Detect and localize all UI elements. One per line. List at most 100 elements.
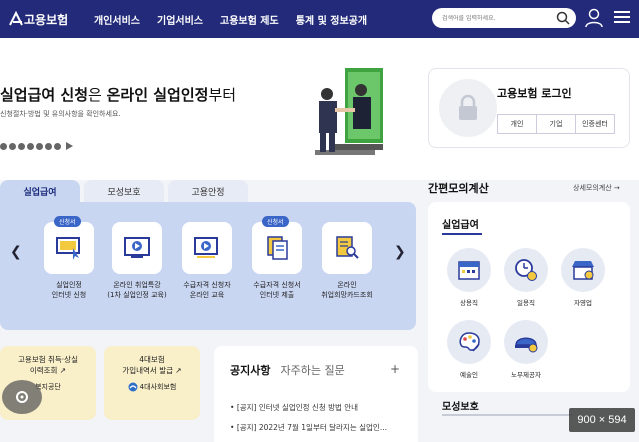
service-panel: ❮ ❯ 신청서 실업인정 인터넷 신청 온라인 취업특강 (1차 실업인정 교육…	[0, 202, 416, 330]
play-screen-icon	[194, 237, 218, 258]
4insurance-logo-icon	[128, 382, 138, 392]
service-label-line1: 실업인정	[56, 281, 82, 289]
calc-item-self-employed[interactable]: 자영업	[558, 248, 608, 307]
detailed-calculator-link[interactable]: 상세모의계산 →	[573, 183, 620, 193]
search-input[interactable]	[442, 14, 552, 22]
login-personal-button[interactable]: 개인	[497, 114, 537, 134]
info-card-line2-wrap: 이력조회 ↗	[0, 365, 96, 376]
play-icon[interactable]	[66, 142, 73, 150]
tab-unemployment[interactable]: 실업급여	[0, 180, 80, 202]
camera-lens-icon	[16, 391, 28, 403]
calc-item-daily[interactable]: 일용직	[501, 248, 551, 307]
hero-subtitle: 신청절차·방법 및 유의사항을 확인하세요.	[0, 110, 121, 118]
hamburger-menu-icon[interactable]	[614, 10, 630, 24]
service-label-line1: 수급자격 신청서	[253, 281, 301, 289]
tab-maternity[interactable]: 모성보호	[84, 180, 164, 202]
nav-business[interactable]: 기업서비스	[157, 12, 203, 27]
login-cert-center-button[interactable]: 인증센터	[575, 114, 615, 134]
external-link-icon: ↗	[59, 366, 67, 375]
hero-title-part4: 부터	[208, 86, 237, 104]
login-title: 고용보험 로그인	[497, 87, 572, 100]
carousel-dot[interactable]	[45, 142, 52, 150]
section-underline	[442, 414, 572, 416]
lock-icon	[459, 94, 477, 120]
calculator-title: 간편모의계산	[428, 182, 489, 195]
info-card-4insurance[interactable]: 4대보험 가입내역서 발급 ↗ 4대사회보험	[104, 346, 200, 420]
lens-search-icon[interactable]	[2, 380, 42, 414]
nav-personal[interactable]: 개인서비스	[94, 12, 140, 27]
login-card: 고용보험 로그인 개인 기업 인증센터	[428, 68, 630, 148]
service-label-line2: (1차 실업인정 교육)	[107, 291, 167, 299]
info-card-line1: 고용보험 취득·상실	[18, 355, 78, 364]
logo-text: 고용보험	[24, 12, 69, 27]
service-label-line1: 온라인 취업특강	[113, 281, 161, 289]
calc-item-label: 노무제공자	[511, 371, 541, 379]
hero-banner: 실업급여 신청은 온라인 실업인정부터 신청절차·방법 및 유의사항을 확인하세…	[0, 38, 639, 180]
service-label-line2: 인터넷 제출	[259, 291, 295, 299]
tab-notice[interactable]: 공지사항	[230, 362, 270, 378]
calc-icon-wrap	[504, 320, 548, 364]
external-link-icon: ↗	[175, 366, 182, 375]
carousel-dot[interactable]	[18, 142, 25, 150]
notice-tabs: 공지사항 자주하는 질문	[230, 362, 355, 378]
more-plus-icon[interactable]: +	[390, 362, 400, 376]
calc-icon-wrap	[447, 320, 491, 364]
nav-statistics[interactable]: 통계 및 정보공개	[296, 12, 367, 27]
application-badge: 신청서	[262, 216, 289, 227]
service-item-online-recognition[interactable]: 신청서 실업인정 인터넷 신청	[34, 216, 104, 300]
service-label-line1: 수급자격 신청자	[183, 281, 231, 289]
service-label: 온라인 취업특강 (1차 실업인정 교육)	[102, 280, 172, 300]
service-label-line2: 온라인 교육	[189, 291, 225, 299]
store-icon	[572, 261, 594, 280]
document-search-icon	[336, 236, 359, 259]
clock-coin-icon	[515, 259, 537, 281]
info-card-title: 4대보험 가입내역서 발급 ↗	[104, 354, 200, 376]
next-arrow-icon[interactable]: ❯	[394, 244, 406, 260]
notice-item-text: [공지] 2022년 7월 1일부터 달라지는 실업인...	[236, 423, 387, 432]
calc-item-regular[interactable]: 상용직	[444, 248, 494, 307]
helmet-icon	[515, 337, 538, 353]
svc-icon-box: 신청서	[44, 216, 94, 274]
hero-title[interactable]: 실업급여 신청은 온라인 실업인정부터	[0, 84, 236, 105]
carousel-dot[interactable]	[54, 142, 61, 150]
application-badge: 신청서	[54, 216, 81, 227]
notice-panel: 공지사항 자주하는 질문 + • [공지] 인터넷 실업인정 신청 방법 안내 …	[214, 346, 418, 442]
tab-employment-stability[interactable]: 고용안정	[168, 180, 248, 202]
image-size-badge: 900 × 594	[569, 408, 635, 432]
notice-item[interactable]: • [공지] 인터넷 실업인정 신청 방법 안내	[230, 402, 406, 413]
carousel-dot[interactable]	[9, 142, 16, 150]
calc-section-maternity[interactable]: 모성보호	[442, 398, 479, 413]
login-business-button[interactable]: 기업	[536, 114, 576, 134]
service-item-job-card-lookup[interactable]: 온라인 취업희망카드조회	[312, 222, 382, 300]
service-item-online-education[interactable]: 수급자격 신청자 온라인 교육	[172, 222, 242, 300]
section-underline	[442, 233, 482, 235]
service-item-online-lecture[interactable]: 온라인 취업특강 (1차 실업인정 교육)	[102, 222, 172, 300]
info-card-line1: 4대보험	[139, 355, 165, 364]
carousel-dot[interactable]	[0, 142, 7, 150]
calc-item-labor-provider[interactable]: 노무제공자	[501, 320, 551, 379]
service-label: 수급자격 신청서 인터넷 제출	[242, 280, 312, 300]
calc-item-artist[interactable]: 예술인	[444, 320, 494, 379]
prev-arrow-icon[interactable]: ❮	[10, 244, 22, 260]
tab-faq[interactable]: 자주하는 질문	[280, 362, 344, 378]
carousel-dot[interactable]	[36, 142, 43, 150]
notice-item[interactable]: • [공지] 2022년 7월 1일부터 달라지는 실업인...	[230, 422, 406, 433]
svc-icon-box	[182, 222, 232, 274]
info-card-title: 고용보험 취득·상실 이력조회 ↗	[0, 354, 96, 376]
calc-icon-wrap	[447, 248, 491, 292]
palette-icon	[459, 332, 480, 352]
calc-section-unemployment[interactable]: 실업급여	[442, 216, 479, 231]
calc-item-label: 예술인	[460, 371, 478, 379]
hero-title-part2: 은	[88, 86, 107, 104]
carousel-indicators	[0, 142, 73, 150]
logo[interactable]: 고용보험	[8, 11, 84, 28]
service-label-line1: 온라인	[337, 281, 357, 289]
carousel-dot[interactable]	[27, 142, 34, 150]
service-label: 수급자격 신청자 온라인 교육	[172, 280, 242, 300]
service-item-application-submit[interactable]: 신청서 수급자격 신청서 인터넷 제출	[242, 216, 312, 300]
svc-icon-box	[112, 222, 162, 274]
nav-system[interactable]: 고용보험 제도	[220, 12, 279, 27]
calc-item-label: 일용직	[517, 299, 535, 307]
user-icon[interactable]	[585, 8, 603, 28]
search-icon[interactable]	[556, 11, 570, 25]
